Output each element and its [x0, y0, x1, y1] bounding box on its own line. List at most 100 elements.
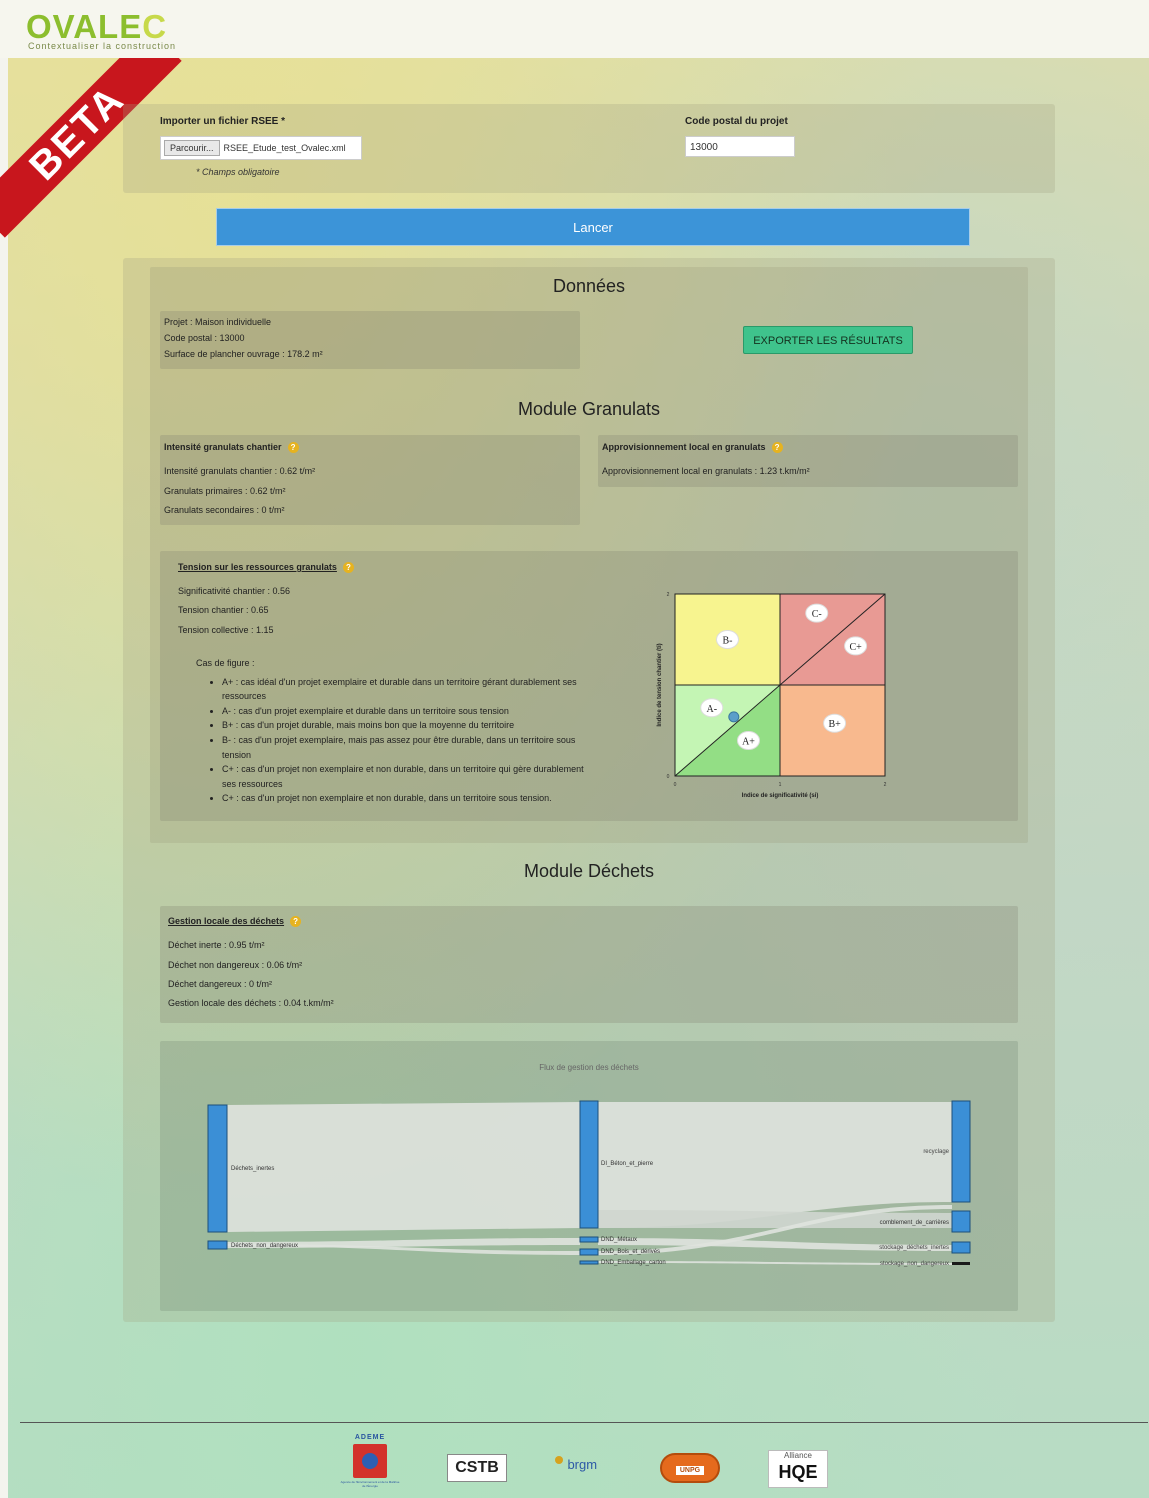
sankey-label: DND_Emballage_carton: [601, 1260, 666, 1266]
appro-line: Approvisionnement local en granulats : 1…: [602, 466, 810, 476]
cstb-text: CSTB: [455, 1459, 499, 1476]
zone-label: A-: [706, 704, 717, 715]
zone-label: B+: [828, 719, 841, 730]
granulats-title: Module Granulats: [517, 399, 661, 419]
ademe-mark: [353, 1444, 387, 1478]
ademe-caption: Agence de l'Environnement et de la Maîtr…: [340, 1480, 400, 1488]
case-item: C+ : cas d'un projet non exemplaire et n…: [222, 762, 586, 791]
project-point: [728, 711, 740, 723]
sankey-node: [579, 1248, 599, 1256]
appro-heading: Approvisionnement local en granulats?: [602, 442, 783, 454]
globe-icon: [362, 1453, 378, 1469]
footer-divider: [20, 1422, 1148, 1423]
zone-label: B-: [723, 636, 733, 647]
tension-line-3: Tension collective : 1.15: [178, 625, 274, 635]
surface-line: Surface de plancher ouvrage : 178.2 m²: [164, 349, 323, 359]
code-postal-line: Code postal : 13000: [164, 333, 245, 343]
app-header: OVALEC Contextualiser la construction: [0, 0, 1149, 58]
dechets-title: Module Déchets: [523, 861, 655, 881]
alliance-hqe-logo[interactable]: Alliance HQE: [768, 1450, 828, 1488]
browse-button[interactable]: Parcourir...: [164, 140, 220, 156]
postal-code-input[interactable]: 13000: [685, 136, 795, 157]
zone-label: C-: [812, 609, 822, 620]
intensite-line-1: Intensité granulats chantier : 0.62 t/m²: [164, 466, 316, 476]
hqe-text: HQE: [778, 1462, 818, 1482]
unpg-logo[interactable]: UNPG: [660, 1453, 720, 1483]
sankey-label: comblement_de_carrières: [880, 1220, 949, 1226]
sankey-node: [951, 1241, 971, 1254]
intensite-line-2: Granulats primaires : 0.62 t/m²: [164, 486, 286, 496]
case-item: A- : cas d'un projet exemplaire et durab…: [222, 704, 586, 719]
gestion-heading: Gestion locale des déchets?: [168, 916, 302, 928]
gestion-title: Gestion locale des déchets: [168, 916, 285, 926]
dechet-line-1: Déchet inerte : 0.95 t/m²: [168, 940, 265, 950]
rsee-file-input[interactable]: Parcourir... RSEE_Etude_test_Ovalec.xml: [160, 136, 362, 160]
sankey-title: Flux de gestion des déchets: [539, 1063, 639, 1072]
donnees-title: Données: [552, 276, 626, 296]
sankey-node: [951, 1210, 971, 1233]
brgm-dot-icon: [555, 1456, 563, 1464]
brgm-text: brgm: [567, 1457, 598, 1472]
postal-label: Code postal du projet: [685, 116, 788, 127]
required-note: * Champs obligatoire: [196, 167, 280, 177]
y-tick-label: 0: [667, 774, 670, 780]
cases-title: Cas de figure :: [196, 658, 255, 668]
zone-label: A+: [742, 737, 755, 748]
tension-quadrant-chart: B- C- C+ A- A+ B+ 0 1 2 0 2 Indice de significativi…: [657, 592, 887, 799]
cstb-logo[interactable]: CSTB: [447, 1454, 507, 1482]
ademe-text: ADEME: [354, 1434, 386, 1441]
case-item: A+ : cas idéal d'un projet exemplaire et…: [222, 675, 586, 704]
x-tick-label: 0: [674, 782, 677, 788]
zone-label: C+: [849, 642, 862, 653]
intensite-line-3: Granulats secondaires : 0 t/m²: [164, 505, 285, 515]
brgm-logo[interactable]: brgm: [555, 1456, 615, 1478]
case-item: B+ : cas d'un projet durable, mais moins…: [222, 718, 586, 733]
sankey-node: [579, 1236, 599, 1243]
intensite-title: Intensité granulats chantier: [164, 442, 282, 452]
sankey-label: DND_Métaux: [601, 1237, 637, 1243]
y-tick-label: 2: [667, 592, 670, 598]
logo-last-letter: C: [142, 8, 168, 45]
help-icon[interactable]: ?: [290, 916, 302, 928]
help-icon[interactable]: ?: [342, 562, 354, 574]
x-axis-label: Indice de significativité (si): [742, 793, 819, 799]
sankey-label: DI_Béton_et_pierre: [601, 1161, 654, 1167]
case-item: C+ : cas d'un projet non exemplaire et n…: [222, 791, 586, 806]
sankey-label: Déchets_non_dangereux: [231, 1243, 298, 1249]
case-item: B- : cas d'un projet exemplaire, mais pa…: [222, 733, 586, 762]
sankey-label: recyclage: [923, 1149, 949, 1155]
sankey-node: [207, 1240, 228, 1250]
dechet-line-4: Gestion locale des déchets : 0.04 t.km/m…: [168, 998, 334, 1008]
file-label: Importer un fichier RSEE *: [160, 116, 286, 127]
sankey-node: [952, 1262, 970, 1265]
sankey-node: [579, 1100, 599, 1229]
tension-title: Tension sur les ressources granulats: [178, 562, 337, 572]
projet-line: Projet : Maison individuelle: [164, 317, 272, 327]
sankey-link: [227, 1102, 580, 1232]
logo-subtitle: Contextualiser la construction: [28, 41, 177, 51]
sankey-node: [579, 1260, 599, 1265]
tension-line-1: Significativité chantier : 0.56: [178, 586, 291, 596]
sankey-label: Déchets_inertes: [231, 1166, 274, 1172]
appro-title: Approvisionnement local en granulats: [602, 442, 766, 452]
help-icon[interactable]: ?: [771, 442, 783, 454]
dechet-line-3: Déchet dangereux : 0 t/m²: [168, 979, 273, 989]
sankey-node: [951, 1100, 971, 1203]
y-axis-label: Indice de tension chantier (ti): [657, 643, 663, 726]
unpg-text: UNPG: [675, 1466, 705, 1475]
waste-sankey-diagram: Déchets_inertes Déchets_non_dangereux DI…: [207, 1100, 971, 1267]
sankey-label: stockage_non_dangereux: [880, 1261, 949, 1267]
x-tick-label: 2: [884, 782, 887, 788]
x-tick-label: 1: [779, 782, 782, 788]
launch-button[interactable]: Lancer: [216, 208, 970, 246]
help-icon[interactable]: ?: [287, 442, 299, 454]
tension-line-2: Tension chantier : 0.65: [178, 605, 269, 615]
logo-main-text: OVALE: [26, 8, 143, 45]
intensite-heading: Intensité granulats chantier?: [164, 442, 299, 454]
sankey-node: [207, 1104, 228, 1233]
alliance-text: Alliance: [783, 1451, 812, 1460]
export-results-button[interactable]: EXPORTER LES RÉSULTATS: [743, 326, 913, 354]
file-name: RSEE_Etude_test_Ovalec.xml: [223, 143, 346, 153]
ademe-logo[interactable]: ADEME Agence de l'Environnement et de la…: [340, 1434, 400, 1496]
sankey-label: stockage_déchets_inertes: [879, 1245, 949, 1251]
